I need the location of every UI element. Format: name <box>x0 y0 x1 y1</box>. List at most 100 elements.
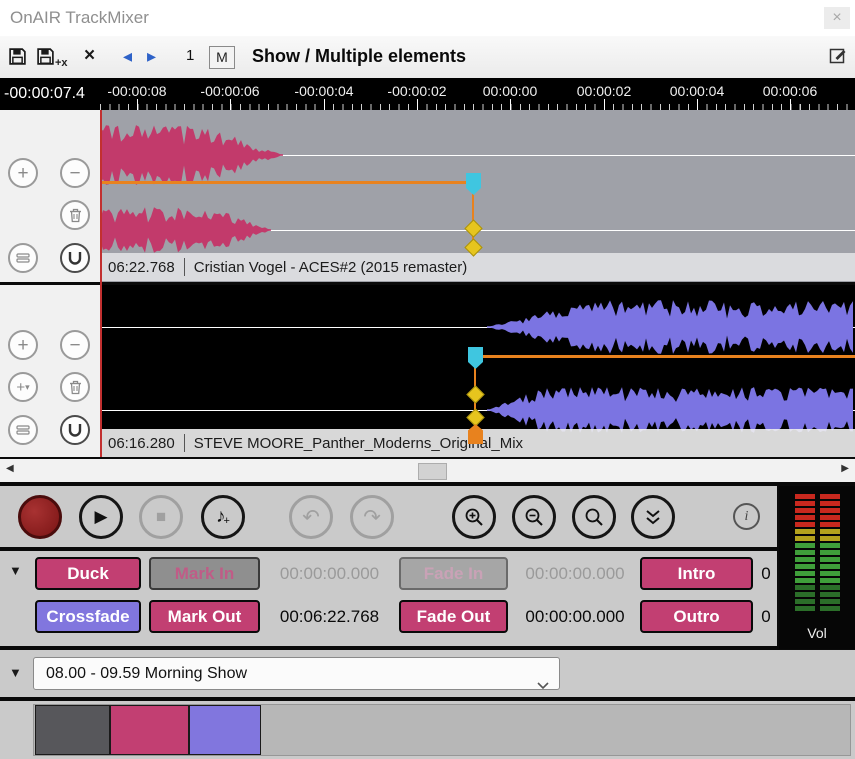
trash-icon <box>69 208 82 223</box>
duck-button[interactable]: Duck <box>35 557 141 590</box>
horizontal-scrollbar[interactable]: ◀ ▶ <box>0 459 855 482</box>
timeline-ruler[interactable]: -00:00:07.4 -00:00:08 -00:00:06 -00:00:0… <box>0 78 855 110</box>
clip-block-gray[interactable] <box>35 705 110 755</box>
zoom-out-icon <box>523 506 545 528</box>
loop-icon <box>67 251 83 265</box>
layers-icon <box>16 252 30 264</box>
onair-trackmixer-window: OnAIR TrackMixer × +x × ◂ ▸ 1 M Show / M… <box>0 0 855 759</box>
zoom-fit-button[interactable] <box>572 495 616 539</box>
double-chevron-down-icon <box>644 509 662 526</box>
playlist-selected-value: 08.00 - 09.59 Morning Show <box>46 665 247 682</box>
track1-title: Cristian Vogel - ACES#2 (2015 remaster) <box>194 259 467 276</box>
clip-block-pink[interactable] <box>110 705 189 755</box>
fade-in-button[interactable]: Fade In <box>399 557 508 590</box>
edit-panel: ▼ Duck Mark In 00:00:00.000 Fade In 00:0… <box>0 551 777 646</box>
timeline-overview-panel <box>0 701 855 759</box>
nav-back-icon[interactable]: ◂ <box>123 46 132 66</box>
vu-bar-left <box>795 494 815 613</box>
loop-icon <box>67 423 83 437</box>
fade-out-button[interactable]: Fade Out <box>399 600 508 633</box>
trash-icon <box>69 380 82 395</box>
track2-delete-button[interactable] <box>60 372 90 402</box>
save-icon[interactable] <box>8 47 27 71</box>
play-button[interactable]: ▶ <box>79 495 123 539</box>
outro-value: 0 <box>757 600 775 633</box>
tick-label: 00:00:04 <box>670 83 725 99</box>
track1-label-bar: 06:22.768 Cristian Vogel - ACES#2 (2015 … <box>100 253 855 281</box>
minus-icon: − <box>69 160 80 187</box>
plus-icon: + <box>16 374 25 401</box>
edit-note-icon[interactable] <box>829 46 847 69</box>
plus-icon: + <box>17 160 28 187</box>
undo-button[interactable]: ↶ <box>289 495 333 539</box>
track2-add-dropdown-button[interactable]: +▾ <box>8 372 38 402</box>
zoom-in-button[interactable] <box>452 495 496 539</box>
fade-out-value: 00:00:00.000 <box>510 600 640 633</box>
zoom-in-icon <box>463 506 485 528</box>
track1-volume-envelope[interactable] <box>100 181 473 184</box>
track1-delete-button[interactable] <box>60 200 90 230</box>
track1-add-button[interactable]: + <box>8 158 38 188</box>
collapse-triangle-icon[interactable]: ▼ <box>9 665 22 680</box>
collapse-all-button[interactable] <box>631 495 675 539</box>
info-icon: i <box>745 509 749 525</box>
playlist-dropdown[interactable]: 08.00 - 09.59 Morning Show <box>33 657 560 690</box>
scrollbar-thumb[interactable] <box>418 463 447 480</box>
track1-remove-button[interactable]: − <box>60 158 90 188</box>
info-button[interactable]: i <box>733 503 760 530</box>
marker-mode-button[interactable]: M <box>209 46 235 69</box>
scroll-right-icon[interactable]: ▶ <box>841 463 849 474</box>
crossfade-button[interactable]: Crossfade <box>35 600 141 633</box>
plus-icon: + <box>224 515 230 527</box>
record-button[interactable] <box>18 495 62 539</box>
save-plus-suffix: +x <box>55 57 68 69</box>
title-bar: OnAIR TrackMixer × <box>0 0 855 37</box>
tick-label: -00:00:04 <box>294 83 353 99</box>
element-counter: 1 <box>186 45 194 67</box>
add-track-button[interactable]: ♪ + <box>201 495 245 539</box>
main-toolbar: +x × ◂ ▸ 1 M Show / Multiple elements <box>0 36 855 80</box>
stop-button[interactable]: ■ <box>139 495 183 539</box>
track2-remove-button[interactable]: − <box>60 330 90 360</box>
stop-icon: ■ <box>156 507 166 527</box>
vu-meter: Vol <box>779 486 855 649</box>
track2-minimize-button[interactable] <box>8 415 38 445</box>
outro-button[interactable]: Outro <box>640 600 753 633</box>
playhead-time: -00:00:07.4 <box>4 85 85 103</box>
plus-icon: + <box>17 332 28 359</box>
redo-button[interactable]: ↷ <box>350 495 394 539</box>
redo-icon: ↷ <box>363 505 381 530</box>
track1-loop-button[interactable] <box>60 243 90 273</box>
zoom-out-button[interactable] <box>512 495 556 539</box>
save-plus-icon[interactable]: +x <box>36 47 68 71</box>
delete-icon[interactable]: × <box>84 46 95 66</box>
mark-out-button[interactable]: Mark Out <box>149 600 260 633</box>
playhead-line[interactable] <box>100 110 102 457</box>
tick-label: 00:00:06 <box>763 83 818 99</box>
timeline-overview-strip[interactable] <box>33 704 851 756</box>
window-title: OnAIR TrackMixer <box>10 8 149 28</box>
tick-label: -00:00:08 <box>107 83 166 99</box>
scroll-left-icon[interactable]: ◀ <box>6 463 14 474</box>
page-title: Show / Multiple elements <box>252 45 466 67</box>
fade-in-value: 00:00:00.000 <box>510 557 640 590</box>
vol-label: Vol <box>779 625 855 641</box>
track1-minimize-button[interactable] <box>8 243 38 273</box>
clip-block-purple[interactable] <box>189 705 261 755</box>
track2-add-button[interactable]: + <box>8 330 38 360</box>
layers-icon <box>16 424 30 436</box>
track2-volume-envelope[interactable] <box>475 355 855 358</box>
intro-value: 0 <box>757 557 775 590</box>
intro-button[interactable]: Intro <box>640 557 753 590</box>
close-icon[interactable]: × <box>824 7 850 29</box>
track2-loop-button[interactable] <box>60 415 90 445</box>
track1-duration: 06:22.768 <box>108 259 175 276</box>
mark-in-button[interactable]: Mark In <box>149 557 260 590</box>
label-divider <box>184 258 185 276</box>
tick-label: -00:00:06 <box>200 83 259 99</box>
undo-icon: ↶ <box>302 505 320 530</box>
minus-icon: − <box>69 332 80 359</box>
collapse-triangle-icon[interactable]: ▼ <box>9 563 22 578</box>
label-divider <box>184 434 185 452</box>
nav-forward-icon[interactable]: ▸ <box>147 46 156 66</box>
